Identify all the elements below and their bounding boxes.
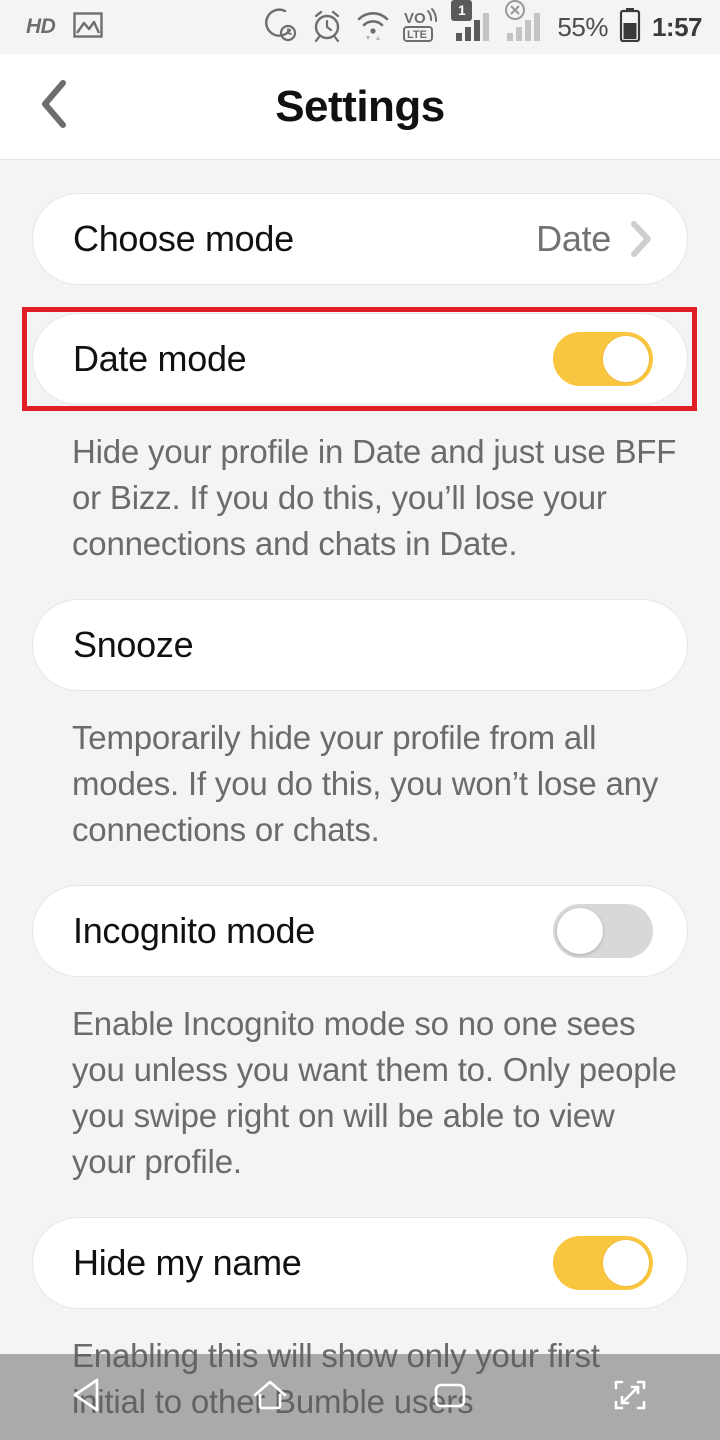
back-nav-button[interactable] xyxy=(0,1354,180,1440)
chevron-right-icon xyxy=(629,220,653,258)
system-navigation-bar xyxy=(0,1354,720,1440)
incognito-mode-toggle[interactable] xyxy=(553,904,653,958)
setting-row-date-mode[interactable]: Date mode xyxy=(32,313,688,405)
signal-sim2-no-service-icon xyxy=(505,0,546,46)
status-bar-right: VO LTE 1 55% 1:57 xyxy=(263,0,703,48)
battery-icon xyxy=(619,7,641,47)
settings-list: Choose mode Date Date mode Hide your pro… xyxy=(0,161,720,1440)
setting-row-hide-my-name[interactable]: Hide my name xyxy=(32,1217,688,1309)
wifi-icon xyxy=(355,8,391,47)
incognito-mode-label: Incognito mode xyxy=(73,910,315,951)
signal-sim1-icon: 1 xyxy=(451,0,495,46)
date-mode-highlight-wrapper: Date mode xyxy=(0,307,720,411)
volte-icon: VO LTE xyxy=(402,7,444,48)
choose-mode-label: Choose mode xyxy=(73,218,294,259)
phone-screen: HD VO LTE 1 55% 1:57 Settings Choose mod… xyxy=(0,0,720,1440)
status-bar-left: HD xyxy=(26,11,104,43)
home-nav-icon xyxy=(247,1372,293,1423)
incognito-mode-description: Enable Incognito mode so no one sees you… xyxy=(72,1005,677,1180)
app-bar: Settings xyxy=(0,54,720,160)
snooze-description: Temporarily hide your profile from all m… xyxy=(72,719,659,848)
snooze-label: Snooze xyxy=(73,624,194,665)
date-mode-description: Hide your profile in Date and just use B… xyxy=(72,433,677,562)
home-nav-button[interactable] xyxy=(180,1354,360,1440)
date-mode-label: Date mode xyxy=(73,338,247,379)
setting-row-snooze[interactable]: Snooze xyxy=(32,599,688,691)
hide-my-name-label: Hide my name xyxy=(73,1242,302,1283)
sim-slot-badge: 1 xyxy=(451,0,473,21)
setting-row-incognito-mode[interactable]: Incognito mode xyxy=(32,885,688,977)
expand-nav-button[interactable] xyxy=(540,1354,720,1440)
svg-text:VO: VO xyxy=(404,10,426,27)
setting-row-choose-mode[interactable]: Choose mode Date xyxy=(32,193,688,285)
choose-mode-value: Date xyxy=(536,218,611,259)
hd-label: HD xyxy=(26,15,56,38)
recents-nav-button[interactable] xyxy=(360,1354,540,1440)
image-icon xyxy=(73,11,104,43)
battery-percent: 55% xyxy=(557,11,608,42)
page-title: Settings xyxy=(275,81,445,131)
toggle-knob xyxy=(603,1240,649,1286)
toggle-knob xyxy=(603,336,649,382)
expand-nav-icon xyxy=(607,1372,653,1423)
status-bar: HD VO LTE 1 55% 1:57 xyxy=(0,0,720,54)
hide-my-name-toggle[interactable] xyxy=(553,1236,653,1290)
svg-text:LTE: LTE xyxy=(407,29,427,41)
status-bar-clock: 1:57 xyxy=(651,11,703,42)
date-mode-toggle[interactable] xyxy=(553,332,653,386)
recents-nav-icon xyxy=(427,1372,473,1423)
back-nav-icon xyxy=(67,1372,113,1423)
moon-alarm-icon xyxy=(263,7,299,47)
alarm-clock-icon xyxy=(310,8,344,47)
toggle-knob xyxy=(557,908,603,954)
